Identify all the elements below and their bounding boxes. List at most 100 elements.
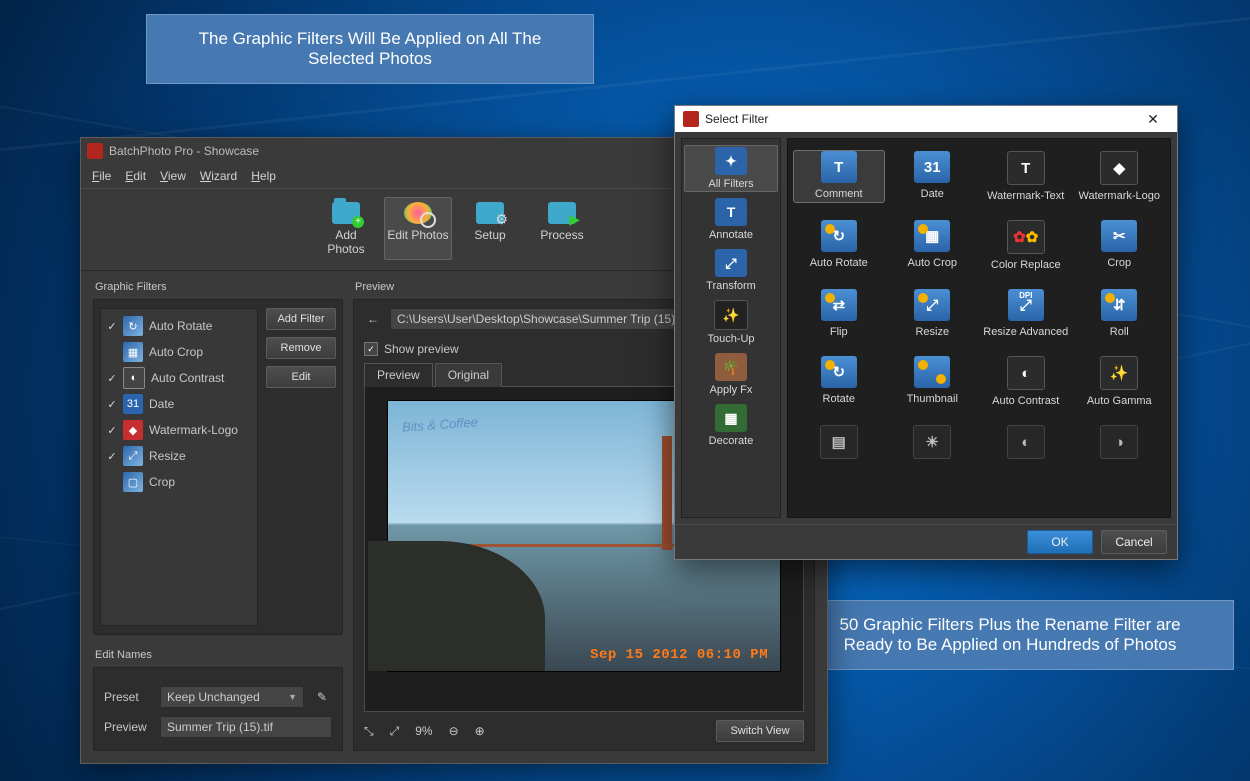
zoom-out-icon[interactable]: ⊖ xyxy=(449,724,459,738)
checkbox-icon[interactable]: ✓ xyxy=(105,320,119,333)
filter-row[interactable]: ✓ ⤢ Resize xyxy=(101,443,257,469)
toolbar-edit-photos[interactable]: Edit Photos xyxy=(384,197,452,260)
auto-rotate-icon: ↻ xyxy=(123,316,143,336)
lens-icon xyxy=(404,202,432,224)
filter-row[interactable]: ✓ ◐ Auto Contrast xyxy=(101,365,257,391)
toolbar-process[interactable]: Process xyxy=(528,197,596,260)
filter-more[interactable]: ☀ xyxy=(888,425,978,464)
checkbox-icon[interactable]: ✓ xyxy=(105,424,119,437)
preview-name-value: Summer Trip (15).tif xyxy=(167,720,273,734)
checkbox-icon[interactable]: ✓ xyxy=(105,372,119,385)
add-filter-button[interactable]: Add Filter xyxy=(266,308,336,330)
filter-row[interactable]: ✓ 31 Date xyxy=(101,391,257,417)
preview-name-field[interactable]: Summer Trip (15).tif xyxy=(160,716,332,738)
fit-screen-icon[interactable]: ⤢ xyxy=(390,724,400,739)
filter-auto-gamma[interactable]: ✨ Auto Gamma xyxy=(1075,356,1165,407)
menu-wizard[interactable]: Wizard xyxy=(193,166,244,186)
menu-help[interactable]: Help xyxy=(244,166,283,186)
bridge-icon xyxy=(662,436,672,549)
filter-row[interactable]: ✓ ◆ Watermark-Logo xyxy=(101,417,257,443)
chevron-down-icon: ▼ xyxy=(288,692,297,702)
category-decorate[interactable]: ▦ Decorate xyxy=(684,402,778,449)
filter-comment[interactable]: TComment xyxy=(794,151,884,202)
category-apply-fx[interactable]: 🌴 Apply Fx xyxy=(684,351,778,398)
filter-auto-contrast[interactable]: ◐Auto Contrast xyxy=(981,356,1071,407)
annotate-icon: T xyxy=(715,198,747,226)
gear-icon xyxy=(476,202,504,224)
auto-rotate-icon: ↻ xyxy=(821,220,857,252)
fit-width-icon[interactable]: ⤡ xyxy=(364,724,374,739)
path-text: C:\Users\User\Desktop\Showcase\Summer Tr… xyxy=(397,312,694,326)
category-all-filters[interactable]: ✦ All Filters xyxy=(684,145,778,192)
grid-label: Date xyxy=(921,188,944,200)
menu-edit[interactable]: Edit xyxy=(118,166,153,186)
resize-icon: ⤢ xyxy=(914,289,950,321)
watermark-text-icon: T xyxy=(1007,151,1045,185)
filter-more[interactable]: ◐ xyxy=(981,425,1071,464)
color-replace-icon: ✿✿ xyxy=(1007,220,1045,254)
menu-view[interactable]: View xyxy=(153,166,193,186)
zoom-in-icon[interactable]: ⊕ xyxy=(475,724,485,738)
toolbar-add-photos[interactable]: + Add Photos xyxy=(312,197,380,260)
grid-label: Crop xyxy=(1107,257,1131,269)
auto-gamma-icon: ✨ xyxy=(1100,356,1138,390)
checkbox-icon[interactable]: ✓ xyxy=(105,450,119,463)
filter-label: Auto Contrast xyxy=(151,371,224,385)
date-icon: 31 xyxy=(123,394,143,414)
filter-thumbnail[interactable]: Thumbnail xyxy=(888,356,978,407)
ok-button[interactable]: OK xyxy=(1027,530,1093,554)
filter-auto-rotate[interactable]: ↻ Auto Rotate xyxy=(794,220,884,271)
resize-advanced-icon: DPI⤢ xyxy=(1008,289,1044,321)
callout-top: The Graphic Filters Will Be Applied on A… xyxy=(146,14,594,84)
switch-view-button[interactable]: Switch View xyxy=(716,720,804,742)
category-annotate[interactable]: T Annotate xyxy=(684,196,778,243)
category-label: Decorate xyxy=(709,435,754,447)
grid-label: Rotate xyxy=(823,393,855,405)
cancel-button[interactable]: Cancel xyxy=(1101,530,1167,554)
filter-crop[interactable]: ✂Crop xyxy=(1075,220,1165,271)
edit-preset-button[interactable]: ✎ xyxy=(312,690,332,704)
filter-row[interactable]: ▦ Auto Crop xyxy=(101,339,257,365)
grid-label: Color Replace xyxy=(991,259,1061,271)
filter-row[interactable]: ▢ Crop xyxy=(101,469,257,495)
tab-original[interactable]: Original xyxy=(435,363,502,387)
filter-roll[interactable]: ⇵Roll xyxy=(1075,289,1165,338)
filter-date[interactable]: 31Date xyxy=(888,151,978,202)
show-preview-checkbox[interactable]: ✓ xyxy=(364,342,378,356)
grid-label: Watermark-Logo xyxy=(1078,190,1160,202)
filter-color-replace[interactable]: ✿✿ Color Replace xyxy=(981,220,1071,271)
checkbox-icon[interactable]: ✓ xyxy=(105,398,119,411)
filter-buttons: Add Filter Remove Edit xyxy=(266,308,336,626)
roll-icon: ⇵ xyxy=(1101,289,1137,321)
grid-label: Auto Rotate xyxy=(810,257,868,269)
preset-dropdown[interactable]: Keep Unchanged ▼ xyxy=(160,686,304,708)
filter-resize-advanced[interactable]: DPI⤢Resize Advanced xyxy=(981,289,1071,338)
toolbar-setup[interactable]: Setup xyxy=(456,197,524,260)
grid-label: Auto Gamma xyxy=(1087,395,1152,407)
filter-more[interactable]: ◑ xyxy=(1075,425,1165,464)
filter-flip[interactable]: ⇄Flip xyxy=(794,289,884,338)
filter-label: Watermark-Logo xyxy=(149,423,238,437)
category-transform[interactable]: ⤢ Transform xyxy=(684,247,778,294)
edit-filter-button[interactable]: Edit xyxy=(266,366,336,388)
grid-label: Watermark-Text xyxy=(987,190,1064,202)
filter-row[interactable]: ✓ ↻ Auto Rotate xyxy=(101,313,257,339)
dialog-title: Select Filter xyxy=(705,112,768,126)
category-touch-up[interactable]: ✨ Touch-Up xyxy=(684,298,778,347)
play-icon xyxy=(548,202,576,224)
filter-rotate[interactable]: ↻Rotate xyxy=(794,356,884,407)
tab-preview[interactable]: Preview xyxy=(364,363,433,387)
transform-icon: ⤢ xyxy=(715,249,747,277)
close-icon[interactable]: ✕ xyxy=(1133,111,1173,128)
filter-watermark-logo[interactable]: ◆Watermark-Logo xyxy=(1075,151,1165,202)
filter-resize[interactable]: ⤢Resize xyxy=(888,289,978,338)
menu-file[interactable]: File xyxy=(85,166,118,186)
filter-label: Crop xyxy=(149,475,175,489)
filter-more[interactable]: ▤ xyxy=(794,425,884,464)
filter-auto-crop[interactable]: ▦Auto Crop xyxy=(888,220,978,271)
path-back-button[interactable]: ← xyxy=(364,312,382,326)
filter-watermark-text[interactable]: T Watermark-Text xyxy=(981,151,1071,202)
more-icon: ☀ xyxy=(913,425,951,459)
more-icon: ▤ xyxy=(820,425,858,459)
remove-filter-button[interactable]: Remove xyxy=(266,337,336,359)
